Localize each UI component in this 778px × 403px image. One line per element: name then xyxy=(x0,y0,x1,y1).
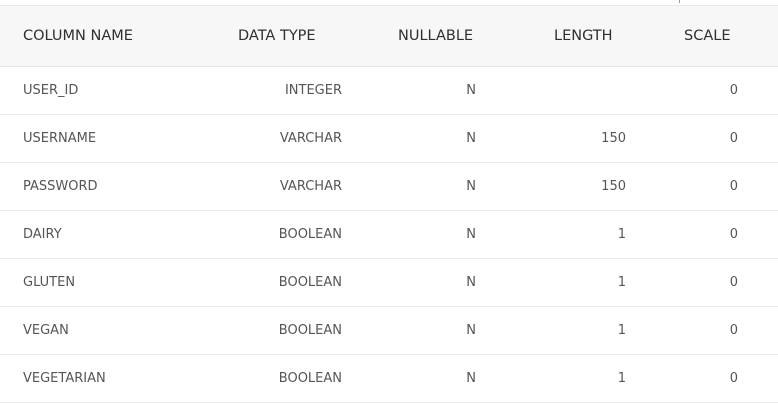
cell-column-name: VEGAN xyxy=(0,306,188,355)
table-header: COLUMN NAME DATA TYPE NULLABLE LENGTH SC… xyxy=(0,6,778,67)
header-row: COLUMN NAME DATA TYPE NULLABLE LENGTH SC… xyxy=(0,6,778,67)
cell-nullable: N xyxy=(354,354,484,403)
cell-nullable: N xyxy=(354,210,484,259)
cell-length xyxy=(484,66,632,115)
cell-nullable: N xyxy=(354,162,484,211)
header-data-type[interactable]: DATA TYPE xyxy=(188,6,354,67)
cell-column-name: DAIRY xyxy=(0,210,188,259)
header-scale[interactable]: SCALE xyxy=(632,6,778,67)
cell-data-type: BOOLEAN xyxy=(188,258,354,307)
cell-column-name: PASSWORD xyxy=(0,162,188,211)
table-row[interactable]: PASSWORD VARCHAR N 150 0 xyxy=(0,162,778,211)
cell-data-type: BOOLEAN xyxy=(188,210,354,259)
cell-length: 1 xyxy=(484,354,632,403)
cell-data-type: VARCHAR xyxy=(188,114,354,163)
cell-scale: 0 xyxy=(632,306,778,355)
table-viewport: COLUMN NAME DATA TYPE NULLABLE LENGTH SC… xyxy=(0,0,778,403)
cell-length: 1 xyxy=(484,306,632,355)
table-row[interactable]: GLUTEN BOOLEAN N 1 0 xyxy=(0,258,778,307)
clipped-top-mark xyxy=(679,0,686,3)
cell-nullable: N xyxy=(354,114,484,163)
cell-column-name: USERNAME xyxy=(0,114,188,163)
cell-length: 150 xyxy=(484,114,632,163)
cell-scale: 0 xyxy=(632,162,778,211)
cell-scale: 0 xyxy=(632,258,778,307)
header-length[interactable]: LENGTH xyxy=(484,6,632,67)
table-row[interactable]: USER_ID INTEGER N 0 xyxy=(0,66,778,115)
cell-column-name: GLUTEN xyxy=(0,258,188,307)
cell-nullable: N xyxy=(354,258,484,307)
cell-scale: 0 xyxy=(632,210,778,259)
header-nullable[interactable]: NULLABLE xyxy=(354,6,484,67)
cell-scale: 0 xyxy=(632,66,778,115)
cell-scale: 0 xyxy=(632,114,778,163)
table-row[interactable]: VEGETARIAN BOOLEAN N 1 0 xyxy=(0,354,778,403)
cell-length: 1 xyxy=(484,258,632,307)
cell-length: 150 xyxy=(484,162,632,211)
cell-length: 1 xyxy=(484,210,632,259)
columns-table: COLUMN NAME DATA TYPE NULLABLE LENGTH SC… xyxy=(0,6,778,403)
cell-data-type: BOOLEAN xyxy=(188,306,354,355)
table-row[interactable]: USERNAME VARCHAR N 150 0 xyxy=(0,114,778,163)
cell-column-name: VEGETARIAN xyxy=(0,354,188,403)
cell-data-type: INTEGER xyxy=(188,66,354,115)
cell-nullable: N xyxy=(354,66,484,115)
table-row[interactable]: VEGAN BOOLEAN N 1 0 xyxy=(0,306,778,355)
table-row[interactable]: DAIRY BOOLEAN N 1 0 xyxy=(0,210,778,259)
cell-data-type: VARCHAR xyxy=(188,162,354,211)
cell-data-type: BOOLEAN xyxy=(188,354,354,403)
table-body: USER_ID INTEGER N 0 USERNAME VARCHAR N 1… xyxy=(0,66,778,403)
header-column-name[interactable]: COLUMN NAME xyxy=(0,6,188,67)
cell-column-name: USER_ID xyxy=(0,66,188,115)
cell-nullable: N xyxy=(354,306,484,355)
cell-scale: 0 xyxy=(632,354,778,403)
